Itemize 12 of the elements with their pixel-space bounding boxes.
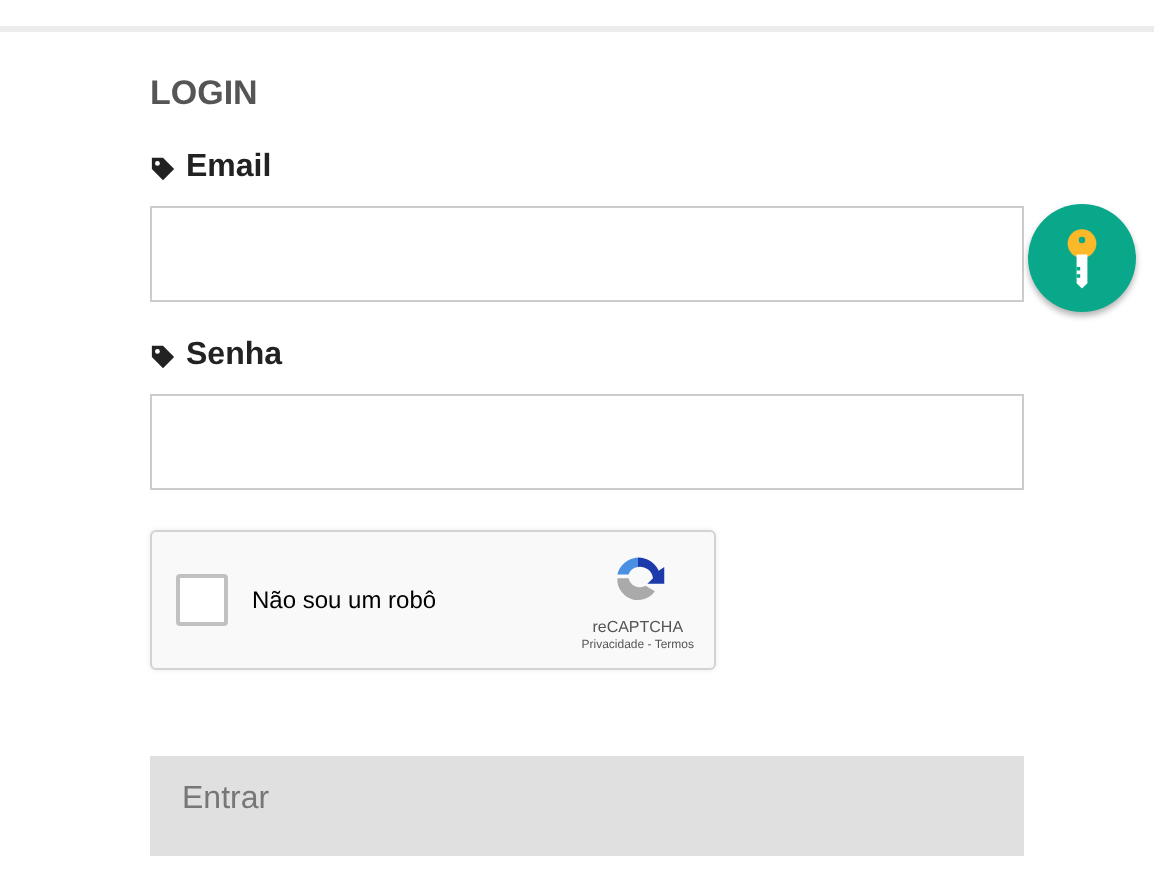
tag-icon <box>150 155 176 181</box>
field-label: Senha <box>186 338 283 374</box>
checkbox[interactable] <box>176 574 228 626</box>
key-button[interactable] <box>1028 204 1136 312</box>
tag-icon <box>150 343 176 369</box>
recaptcha-brand: reCAPTCHA <box>592 617 684 635</box>
input-field[interactable] <box>150 206 1024 302</box>
login-heading: LOGIN <box>150 74 260 114</box>
input-field[interactable] <box>150 394 1024 490</box>
captcha-label: Não sou um robô <box>252 586 439 614</box>
key-icon <box>1064 226 1100 290</box>
field-label: Email <box>186 150 272 186</box>
